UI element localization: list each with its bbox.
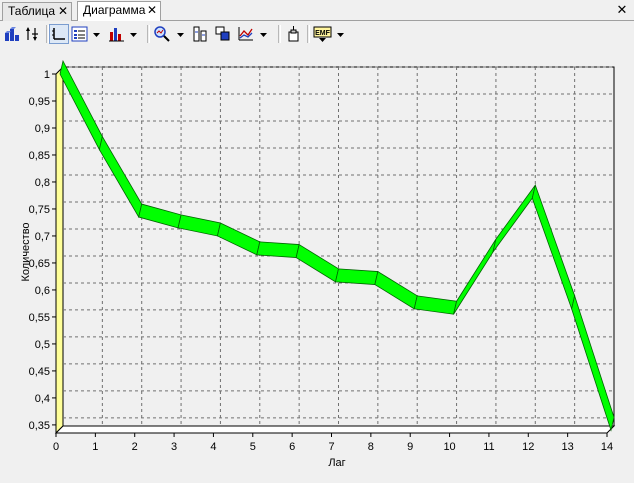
x-tick-label: 1 <box>92 441 98 453</box>
series-icon[interactable] <box>191 24 211 44</box>
y-tick-label: 0,55 <box>29 312 50 324</box>
x-tick-label: 0 <box>53 441 59 453</box>
y-axis-label: Количество <box>20 222 32 281</box>
toolbar: EMF <box>0 21 634 47</box>
emf-dropdown-arrow-icon[interactable] <box>336 24 346 44</box>
y-tick-label: 0,5 <box>35 339 50 351</box>
y-tick-label: 0,85 <box>29 150 50 162</box>
legend-dropdown-arrow-icon[interactable] <box>92 24 102 44</box>
y-tick-label: 0,9 <box>35 123 50 135</box>
tab-diagram[interactable]: Диаграмма ✕ <box>77 1 161 22</box>
y-tick-label: 0,95 <box>29 96 50 108</box>
toolbar-separator <box>278 25 281 43</box>
x-axis-label: Лаг <box>328 457 345 469</box>
x-tick-label: 2 <box>132 441 138 453</box>
svg-text:EMF: EMF <box>315 30 331 37</box>
bar-chart-type-icon[interactable] <box>107 24 127 44</box>
clipboard-icon[interactable] <box>284 24 304 44</box>
zoom-icon[interactable] <box>152 24 172 44</box>
x-tick-label: 10 <box>443 441 455 453</box>
legend-icon[interactable] <box>70 24 90 44</box>
x-tick-label: 11 <box>483 441 494 453</box>
close-icon[interactable]: ✕ <box>144 2 160 19</box>
toolbar-separator <box>147 25 150 43</box>
x-tick-label: 8 <box>368 441 374 453</box>
axis-swap-icon[interactable] <box>23 24 43 44</box>
zoom-dropdown-arrow-icon[interactable] <box>176 24 186 44</box>
y-tick-label: 0,4 <box>35 393 50 405</box>
series-segment <box>336 269 378 285</box>
chart-area: 10,950,90,850,80,750,70,650,60,550,50,45… <box>0 47 634 478</box>
tab-table[interactable]: Таблица ✕ <box>2 2 72 21</box>
tab-diagram-label: Диаграмма <box>83 3 145 17</box>
left-wall <box>56 67 63 433</box>
x-tick-label: 9 <box>407 441 413 453</box>
x-tick-label: 13 <box>562 441 574 453</box>
x-tick-label: 4 <box>210 441 216 453</box>
window-close-icon[interactable]: ✕ <box>614 1 630 18</box>
chart-type-dropdown-arrow-icon[interactable] <box>129 24 139 44</box>
x-tick-label: 7 <box>328 441 334 453</box>
y-tick-label: 0,75 <box>29 204 50 216</box>
axes-icon[interactable] <box>49 24 69 44</box>
close-icon[interactable]: ✕ <box>55 3 71 20</box>
emf-export-icon[interactable]: EMF <box>313 24 333 44</box>
line-chart-icon[interactable] <box>236 24 256 44</box>
line-chart: 10,950,90,850,80,750,70,650,60,550,50,45… <box>0 47 634 478</box>
x-tick-label: 6 <box>289 441 295 453</box>
tab-bar: Таблица ✕ Диаграмма ✕ ✕ <box>0 0 634 21</box>
layers-icon[interactable] <box>213 24 233 44</box>
y-tick-label: 1 <box>44 69 50 81</box>
chart-3d-icon[interactable] <box>2 24 22 44</box>
floor <box>56 426 614 433</box>
line-chart-dropdown-arrow-icon[interactable] <box>259 24 269 44</box>
x-tick-label: 5 <box>250 441 256 453</box>
y-tick-label: 0,6 <box>35 285 50 297</box>
y-tick-label: 0,35 <box>29 420 50 432</box>
y-tick-label: 0,8 <box>35 177 50 189</box>
toolbar-separator <box>307 25 310 43</box>
y-tick-label: 0,45 <box>29 366 50 378</box>
tab-table-label: Таблица <box>8 4 55 18</box>
x-tick-label: 12 <box>522 441 534 453</box>
x-tick-label: 14 <box>601 441 613 453</box>
y-tick-label: 0,7 <box>35 231 50 243</box>
x-tick-label: 3 <box>171 441 177 453</box>
series-segment <box>257 242 299 258</box>
